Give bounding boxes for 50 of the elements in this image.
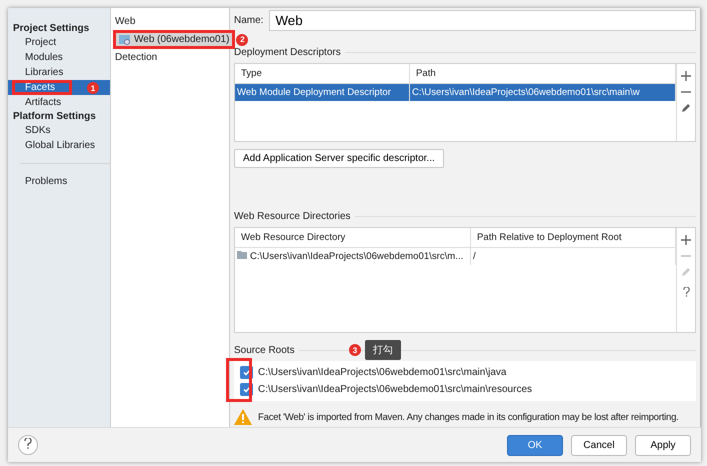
table-cell: / xyxy=(473,251,476,262)
section-heading: Platform Settings xyxy=(12,110,97,123)
table-cell: C:\Users\ivan\IdeaProjects\06webdemo01\src\main\w xyxy=(412,87,640,98)
dialog-button[interactable]: Cancel xyxy=(571,434,627,456)
tooltip: 打勾 xyxy=(365,340,401,360)
highlight-frame xyxy=(226,358,252,402)
table-cell: C:\Users\ivan\IdeaProjects\06webdemo01\src\m... xyxy=(250,251,464,262)
tree-item[interactable]: Detection xyxy=(111,50,229,65)
source-root-path: C:\Users\ivan\IdeaProjects\06webdemo01\src\main\java xyxy=(258,367,506,378)
checkmark-icon xyxy=(242,386,250,393)
section-title: Web Resource Directories xyxy=(234,211,351,222)
warning-icon xyxy=(234,409,252,425)
sidebar-item[interactable]: SDKs xyxy=(8,123,110,138)
highlight-frame xyxy=(12,80,72,95)
table-row[interactable]: C:\Users\ivan\IdeaProjects\06webdemo01\src\m... / xyxy=(235,248,676,265)
name-field[interactable]: Web xyxy=(269,10,696,31)
add-icon[interactable] xyxy=(681,235,691,245)
sidebar-item[interactable]: Artifacts xyxy=(8,95,110,110)
sidebar-item[interactable]: Facets 1 xyxy=(8,80,110,95)
ok-button[interactable]: OK xyxy=(507,434,563,456)
step-badge: 2 xyxy=(236,34,248,46)
column-header[interactable]: Path Relative to Deployment Root xyxy=(471,228,676,248)
step-badge: 1 xyxy=(87,82,99,94)
step-badge: 3 xyxy=(349,344,361,356)
folder-icon xyxy=(237,251,247,259)
sidebar-item[interactable]: Global Libraries xyxy=(8,138,110,153)
add-icon[interactable] xyxy=(681,71,691,81)
source-root-path: C:\Users\ivan\IdeaProjects\06webdemo01\src\main\resources xyxy=(258,384,532,395)
table-row[interactable]: Web Module Deployment Descriptor C:\Users\ivan\IdeaProjects\06webdemo01\src\main\w xyxy=(235,84,676,101)
checkmark-icon xyxy=(242,369,250,376)
help-button[interactable] xyxy=(18,435,38,455)
question-mark-icon xyxy=(24,438,32,449)
dialog-button[interactable]: Apply xyxy=(635,434,691,456)
tree-group: Web xyxy=(111,14,229,29)
web-module-icon xyxy=(119,34,130,44)
help-icon[interactable] xyxy=(682,287,690,297)
tree-item[interactable]: Web (06webdemo01) xyxy=(113,30,236,49)
name-label: Name: xyxy=(234,15,264,26)
column-header[interactable]: Web Resource Directory xyxy=(235,228,471,248)
warning-message: Facet 'Web' is imported from Maven. Any changes made in its configuration may be lost after reimporting. xyxy=(258,412,679,422)
sidebar-item[interactable]: Modules xyxy=(8,50,110,65)
sidebar-item[interactable]: Libraries xyxy=(8,65,110,80)
sidebar-item[interactable]: Problems xyxy=(8,174,110,189)
sidebar-item[interactable]: Project xyxy=(8,35,110,50)
pencil-icon[interactable] xyxy=(681,103,691,113)
table-cell: Web Module Deployment Descriptor xyxy=(237,87,391,98)
section-title: Deployment Descriptors xyxy=(234,47,341,58)
section-heading: Project Settings xyxy=(12,22,90,35)
section-title: Source Roots xyxy=(234,345,295,356)
add-descriptor-button[interactable]: Add Application Server specific descriptor... xyxy=(234,149,444,168)
